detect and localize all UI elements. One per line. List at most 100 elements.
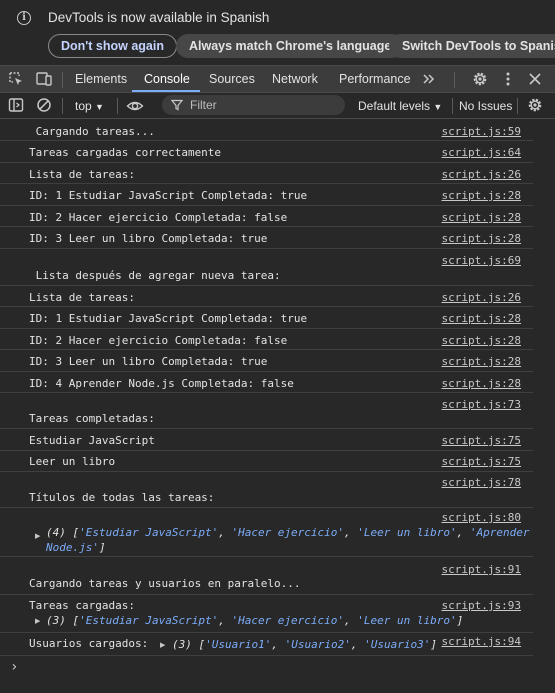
toolbar-divider <box>517 98 518 114</box>
array-count: (3) [ <box>46 614 80 627</box>
console-message: Tareas cargadas correctamente script.js:… <box>0 141 533 163</box>
array-item: 'Usuario3' <box>364 638 431 651</box>
message-text: ID: 2 Hacer ejercicio Completada: false <box>29 334 288 347</box>
message-text: ID: 2 Hacer ejercicio Completada: false <box>29 211 288 224</box>
message-text: Tareas cargadas: <box>29 599 135 612</box>
message-text: Lista de tareas: <box>29 291 135 304</box>
expand-triangle-icon[interactable]: ▶ <box>35 532 40 540</box>
switch-devtools-language-button[interactable]: Switch DevTools to Spanish <box>389 34 555 58</box>
message-text: ID: 4 Aprender Node.js Completada: false <box>29 377 294 390</box>
message-text: Tareas cargadas correctamente <box>29 146 222 159</box>
message-text: ID: 1 Estudiar JavaScript Completada: tr… <box>29 312 308 325</box>
device-toolbar-icon[interactable] <box>35 70 53 88</box>
console-message: Lista de tareas: script.js:26 <box>0 163 533 184</box>
infobar-message: DevTools is now available in Spanish <box>48 10 270 25</box>
toolbar-divider <box>452 98 453 114</box>
message-text: Cargando tareas y usuarios en paralelo..… <box>29 577 301 590</box>
toolbar-divider <box>117 98 118 114</box>
source-link[interactable]: script.js:28 <box>442 232 521 245</box>
console-settings-gear-icon[interactable] <box>526 96 544 114</box>
array-item: 'Usuario1' <box>205 638 272 651</box>
tab-network[interactable]: Network <box>272 72 318 86</box>
clear-console-icon[interactable] <box>35 96 53 114</box>
source-link[interactable]: script.js:28 <box>442 377 521 390</box>
live-expression-eye-icon[interactable] <box>126 97 144 115</box>
expand-triangle-icon[interactable]: ▶ <box>35 617 40 625</box>
toolbar-divider <box>62 98 63 114</box>
tab-sources[interactable]: Sources <box>209 72 255 86</box>
array-count: (4) [ <box>46 526 80 539</box>
console-message: script.js:69 Lista después de agregar nu… <box>0 249 533 286</box>
console-message-array: script.js:80 ▶ (4) ['Estudiar JavaScript… <box>0 508 533 557</box>
sidebar-toggle-icon[interactable] <box>7 96 25 114</box>
source-link[interactable]: script.js:26 <box>442 291 521 304</box>
source-link[interactable]: script.js:75 <box>442 434 521 447</box>
more-options-kebab-icon[interactable] <box>499 70 517 88</box>
language-infobar: i DevTools is now available in Spanish D… <box>0 0 555 65</box>
source-link[interactable]: script.js:78 <box>442 476 521 489</box>
inspect-element-icon[interactable] <box>7 70 25 88</box>
message-text: Tareas completadas: <box>29 412 155 425</box>
array-item: 'Hacer ejercicio' <box>231 614 345 627</box>
console-message: ID: 2 Hacer ejercicio Completada: false … <box>0 329 533 350</box>
console-message: ID: 4 Aprender Node.js Completada: false… <box>0 372 533 393</box>
source-link[interactable]: script.js:93 <box>442 599 521 612</box>
tab-console[interactable]: Console <box>144 72 190 86</box>
source-link[interactable]: script.js:75 <box>442 455 521 468</box>
match-chrome-language-button[interactable]: Always match Chrome's language <box>176 34 405 58</box>
source-link[interactable]: script.js:69 <box>442 254 521 267</box>
array-item: 'Estudiar JavaScript' <box>79 614 219 627</box>
info-icon: i <box>17 11 31 25</box>
console-message: ID: 1 Estudiar JavaScript Completada: tr… <box>0 307 533 329</box>
more-tabs-icon[interactable] <box>420 70 438 88</box>
filter-input[interactable]: Filter <box>162 95 345 115</box>
message-text: ID: 1 Estudiar JavaScript Completada: tr… <box>29 189 308 202</box>
tab-performance[interactable]: Performance <box>339 72 411 86</box>
console-message-array: Usuarios cargados: ▶ (3) ['Usuario1', 'U… <box>0 633 533 656</box>
array-close: ] <box>430 638 437 651</box>
source-link[interactable]: script.js:28 <box>442 312 521 325</box>
source-link[interactable]: script.js:73 <box>442 398 521 411</box>
array-item: 'Aprender <box>469 526 530 539</box>
source-link[interactable]: script.js:28 <box>442 355 521 368</box>
tab-elements[interactable]: Elements <box>75 72 127 86</box>
chevron-down-icon: ▼ <box>95 102 104 112</box>
message-text: Leer un libro <box>29 455 116 468</box>
devtools-tab-bar: Elements Console Sources Network Perform… <box>0 65 555 93</box>
close-devtools-icon[interactable] <box>526 70 544 88</box>
source-link[interactable]: script.js:94 <box>442 635 521 648</box>
dont-show-again-button[interactable]: Don't show again <box>48 34 177 58</box>
log-levels-dropdown[interactable]: Default levels ▼ <box>358 99 442 113</box>
issues-counter[interactable]: No Issues <box>459 99 512 113</box>
array-preview[interactable]: (3) ['Estudiar JavaScript', 'Hacer ejerc… <box>46 614 463 627</box>
array-preview[interactable]: (3) ['Usuario1', 'Usuario2', 'Usuario3'] <box>172 638 437 651</box>
context-label: top <box>75 99 92 113</box>
console-message: Cargando tareas... script.js:59 <box>0 119 533 141</box>
source-link[interactable]: script.js:28 <box>442 334 521 347</box>
source-link[interactable]: script.js:28 <box>442 211 521 224</box>
console-message: Lista de tareas: script.js:26 <box>0 286 533 307</box>
message-text: Lista después de agregar nueva tarea: <box>29 269 281 282</box>
array-item: 'Usuario2' <box>284 638 351 651</box>
console-prompt-chevron-icon[interactable]: › <box>10 659 18 675</box>
context-selector[interactable]: top ▼ <box>75 99 104 113</box>
source-link[interactable]: script.js:59 <box>442 125 521 138</box>
source-link[interactable]: script.js:91 <box>442 563 521 576</box>
array-item: 'Estudiar JavaScript' <box>79 526 219 539</box>
source-link[interactable]: script.js:26 <box>442 168 521 181</box>
console-message: script.js:78 Títulos de todas las tareas… <box>0 472 533 508</box>
expand-triangle-icon[interactable]: ▶ <box>160 641 165 649</box>
settings-gear-icon[interactable] <box>471 70 489 88</box>
console-message: script.js:73 Tareas completadas: <box>0 393 533 429</box>
message-text: Estudiar JavaScript <box>29 434 155 447</box>
console-message: ID: 1 Estudiar JavaScript Completada: tr… <box>0 184 533 206</box>
source-link[interactable]: script.js:28 <box>442 189 521 202</box>
array-item: 'Hacer ejercicio' <box>231 526 345 539</box>
console-message: Estudiar JavaScript script.js:75 <box>0 429 533 451</box>
source-link[interactable]: script.js:80 <box>442 511 521 524</box>
array-close: ] <box>456 614 464 627</box>
log-levels-label: Default levels <box>358 99 431 113</box>
source-link[interactable]: script.js:64 <box>442 146 521 159</box>
array-preview[interactable]: (4) ['Estudiar JavaScript', 'Hacer ejerc… <box>46 526 530 539</box>
message-text: Lista de tareas: <box>29 168 135 181</box>
